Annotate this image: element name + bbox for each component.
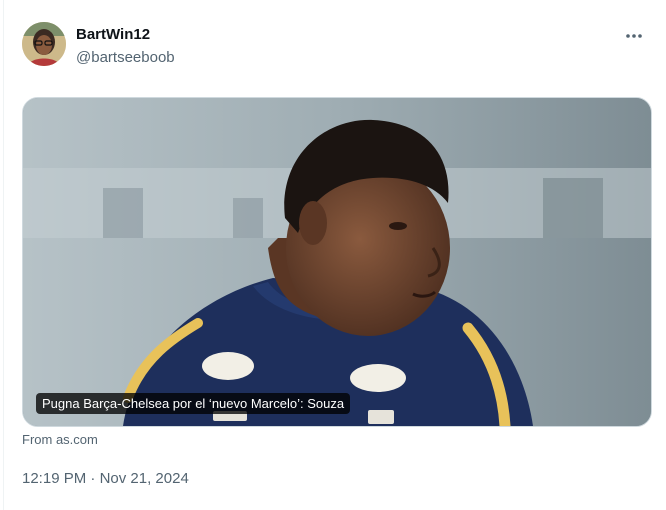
more-horizontal-icon [626,34,642,38]
timestamp-separator: · [90,470,96,487]
card-image [23,98,651,426]
link-card[interactable]: Pugna Barça-Chelsea por el ‘nuevo Marcel… [22,97,652,427]
avatar-image [22,22,66,66]
card-caption: Pugna Barça-Chelsea por el ‘nuevo Marcel… [36,393,351,414]
avatar[interactable] [22,22,66,66]
timestamp-date[interactable]: Nov 21, 2024 [100,470,189,487]
timestamp-time[interactable]: 12:19 PM [22,470,86,487]
author-handle[interactable]: @bartseeboob [76,49,175,66]
tweet-timestamp: 12:19 PM · Nov 21, 2024 [22,470,189,487]
author-name[interactable]: BartWin12 [76,26,150,43]
card-source-link[interactable]: From as.com [22,432,98,447]
tweet-header: BartWin12 @bartseeboob [22,22,648,70]
more-options-button[interactable] [620,24,648,48]
column-divider [3,0,4,510]
